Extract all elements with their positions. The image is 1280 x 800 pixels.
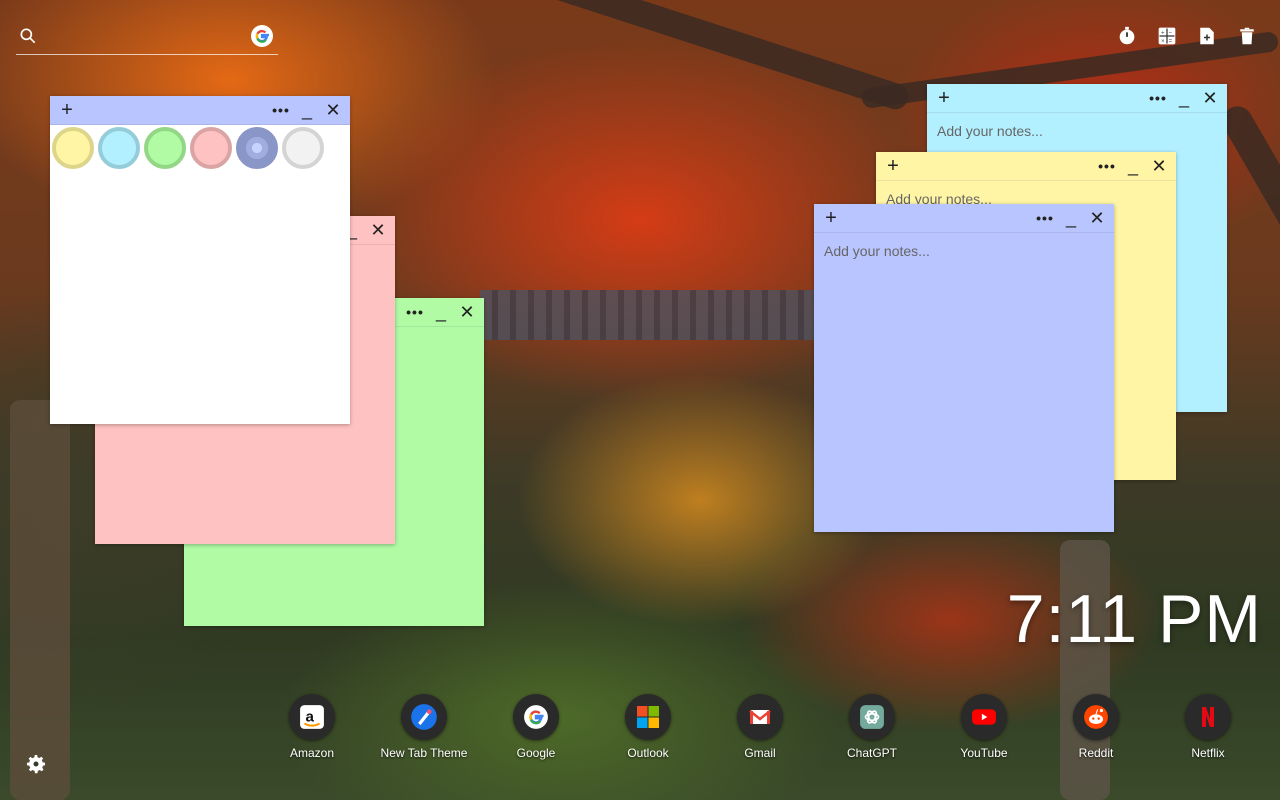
shortcut-chatgpt[interactable]: ChatGPT: [816, 694, 928, 760]
trash-icon[interactable]: [1236, 24, 1258, 48]
note-menu-button[interactable]: •••: [1096, 152, 1118, 180]
add-note-button[interactable]: +: [820, 204, 842, 232]
shortcut-google[interactable]: Google: [480, 694, 592, 760]
reddit-icon: [1073, 694, 1119, 740]
add-note-icon[interactable]: [1196, 24, 1218, 48]
minimize-note-button[interactable]: _: [1173, 84, 1195, 112]
calculator-icon[interactable]: + − × =: [1156, 24, 1178, 48]
note-menu-button[interactable]: •••: [404, 298, 426, 326]
chatgpt-icon: [849, 694, 895, 740]
toolbar: + − × =: [1116, 24, 1258, 48]
note-toolbar: + ••• _ ✕: [876, 152, 1176, 181]
close-note-button[interactable]: ✕: [1199, 84, 1221, 112]
sticky-note-blue[interactable]: + ••• _ ✕: [814, 204, 1114, 532]
close-note-button[interactable]: ✕: [367, 216, 389, 244]
note-menu-button[interactable]: •••: [1147, 84, 1169, 112]
color-swatch-cyan[interactable]: [98, 127, 140, 169]
color-swatch-white[interactable]: [282, 127, 324, 169]
close-note-button[interactable]: ✕: [322, 96, 344, 124]
minimize-note-button[interactable]: _: [430, 298, 452, 326]
shortcut-label: Amazon: [289, 746, 335, 760]
note-textarea[interactable]: [814, 233, 1114, 523]
shortcut-new-tab-theme[interactable]: New Tab Theme: [368, 694, 480, 760]
color-palette: [50, 125, 350, 171]
shortcut-reddit[interactable]: Reddit: [1040, 694, 1152, 760]
close-note-button[interactable]: ✕: [1086, 204, 1108, 232]
shortcut-netflix[interactable]: Netflix: [1152, 694, 1264, 760]
note-toolbar: + ••• _ ✕: [50, 96, 350, 125]
close-note-button[interactable]: ✕: [1148, 152, 1170, 180]
shortcut-amazon[interactable]: a Amazon: [256, 694, 368, 760]
svg-text:−: −: [1169, 30, 1173, 36]
color-swatch-yellow[interactable]: [52, 127, 94, 169]
search-bar: [16, 24, 278, 55]
shortcut-label: ChatGPT: [846, 746, 897, 760]
timer-icon[interactable]: [1116, 24, 1138, 48]
color-swatch-green[interactable]: [144, 127, 186, 169]
svg-text:+: +: [1161, 30, 1165, 36]
background-roof: [480, 290, 820, 340]
minimize-note-button[interactable]: _: [1122, 152, 1144, 180]
add-note-button[interactable]: +: [56, 96, 78, 124]
add-note-button[interactable]: +: [882, 152, 904, 180]
shortcut-label: Reddit: [1078, 746, 1114, 760]
search-input[interactable]: [46, 26, 250, 50]
svg-text:×: ×: [1161, 39, 1164, 45]
shortcut-label: Gmail: [744, 746, 776, 760]
shortcut-label: YouTube: [960, 746, 1008, 760]
shortcut-youtube[interactable]: YouTube: [928, 694, 1040, 760]
youtube-icon: [961, 694, 1007, 740]
netflix-icon: [1185, 694, 1231, 740]
settings-gear-icon[interactable]: [24, 752, 48, 776]
shortcut-outlook[interactable]: Outlook: [592, 694, 704, 760]
svg-text:=: =: [1169, 39, 1173, 45]
shortcut-label: Outlook: [627, 746, 669, 760]
background-trunk: [10, 400, 70, 800]
minimize-note-button[interactable]: _: [296, 96, 318, 124]
shortcut-label: Netflix: [1191, 746, 1225, 760]
note-menu-button[interactable]: •••: [1034, 204, 1056, 232]
shortcut-label: New Tab Theme: [380, 746, 468, 760]
svg-text:a: a: [306, 708, 315, 725]
google-icon: [513, 694, 559, 740]
new-tab-theme-icon: [401, 694, 447, 740]
shortcut-label: Google: [516, 746, 556, 760]
google-search-icon[interactable]: [250, 24, 274, 48]
background-branch: [428, 0, 912, 113]
search-icon[interactable]: [18, 26, 38, 46]
shortcut-gmail[interactable]: Gmail: [704, 694, 816, 760]
amazon-icon: a: [289, 694, 335, 740]
note-menu-button[interactable]: •••: [270, 96, 292, 124]
minimize-note-button[interactable]: _: [1060, 204, 1082, 232]
background-trunk: [1060, 540, 1110, 800]
color-swatch-blue[interactable]: [236, 127, 278, 169]
shortcut-dock: a Amazon New Tab Theme Google Outlook Gm…: [256, 694, 1264, 760]
gmail-icon: [737, 694, 783, 740]
add-note-button[interactable]: +: [933, 84, 955, 112]
color-swatch-pink[interactable]: [190, 127, 232, 169]
clock: 7:11 PM: [1006, 581, 1262, 657]
note-toolbar: + ••• _ ✕: [927, 84, 1227, 113]
close-note-button[interactable]: ✕: [456, 298, 478, 326]
note-toolbar: + ••• _ ✕: [814, 204, 1114, 233]
outlook-icon: [625, 694, 671, 740]
sticky-note-white[interactable]: + ••• _ ✕: [50, 96, 350, 424]
